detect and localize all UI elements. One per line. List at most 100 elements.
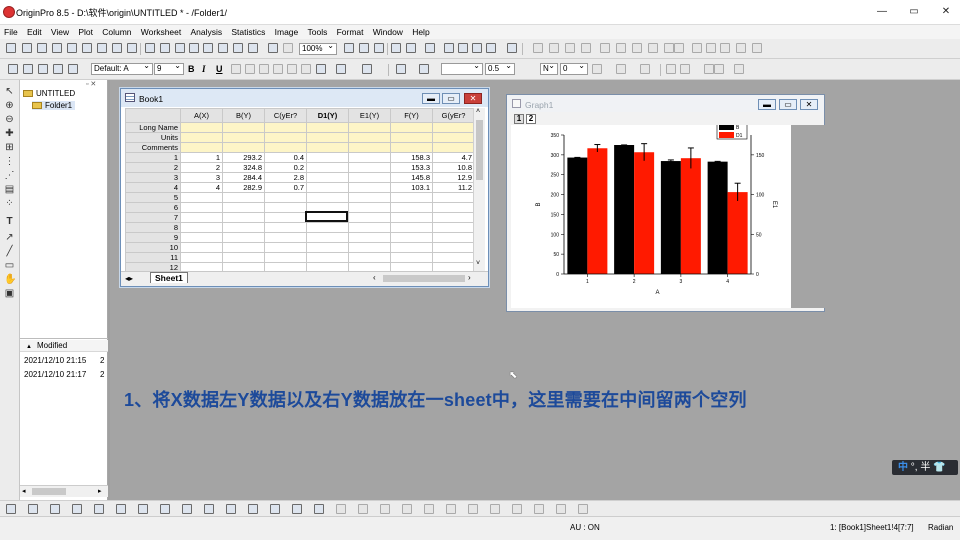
scatter-plot-icon[interactable] xyxy=(28,504,38,514)
decrease-font-icon[interactable] xyxy=(301,64,311,74)
table-cell[interactable]: 10.8 xyxy=(432,162,475,173)
table-cell[interactable] xyxy=(348,232,391,243)
table-cell[interactable] xyxy=(264,232,307,243)
menu-image[interactable]: Image xyxy=(271,25,302,37)
format-options-icon[interactable] xyxy=(68,64,78,74)
align-right-icon[interactable] xyxy=(616,43,626,53)
explorer-row[interactable]: 2021/12/10 21:17 2 xyxy=(24,370,104,379)
menu-tools[interactable]: Tools xyxy=(303,25,330,37)
new-excel-icon[interactable] xyxy=(37,43,47,53)
new-notes-icon[interactable] xyxy=(112,43,122,53)
table-cell[interactable] xyxy=(222,252,265,263)
align-layers-icon[interactable] xyxy=(556,504,566,514)
table-cell[interactable] xyxy=(222,192,265,203)
explorer-hscrollbar[interactable]: ◂ ▸ xyxy=(20,485,108,497)
column-header-g[interactable]: G(yEr? xyxy=(432,108,475,123)
book1-maximize-button[interactable]: ▭ xyxy=(442,93,460,104)
table-cell[interactable] xyxy=(348,202,391,213)
table-cell[interactable] xyxy=(390,252,433,263)
sheet1-tab[interactable]: Sheet1 xyxy=(150,272,188,283)
table-cell[interactable] xyxy=(432,242,475,253)
statistics-plot-icon[interactable] xyxy=(336,504,346,514)
symbol-size-select[interactable]: 0 xyxy=(560,63,588,75)
greek-icon[interactable] xyxy=(273,64,283,74)
region-tool-icon[interactable]: ▣ xyxy=(4,288,15,299)
menu-statistics[interactable]: Statistics xyxy=(227,25,268,37)
recalculate-icon[interactable] xyxy=(268,43,278,53)
menu-worksheet[interactable]: Worksheet xyxy=(137,25,184,37)
row-number[interactable]: 4 xyxy=(125,182,181,193)
import-wizard-icon[interactable] xyxy=(248,43,258,53)
book1-titlebar[interactable]: Book1 ▬ ▭ ✕ xyxy=(121,89,488,107)
table-cell[interactable] xyxy=(306,192,349,203)
table-cell[interactable]: 4.7 xyxy=(432,152,475,163)
underline-button[interactable]: U xyxy=(216,64,223,74)
code-builder-icon[interactable] xyxy=(391,43,401,53)
modified-column-header[interactable]: ▲ Modified xyxy=(20,340,108,352)
multi-panel-icon[interactable] xyxy=(292,504,302,514)
row-number[interactable]: 2 xyxy=(125,162,181,173)
save-project-icon[interactable] xyxy=(175,43,185,53)
table-cell[interactable] xyxy=(306,182,349,193)
scroll-up-icon[interactable]: ˄ xyxy=(476,108,480,115)
table-cell[interactable] xyxy=(432,232,475,243)
layer-manager-icon[interactable] xyxy=(534,504,544,514)
maximize-button[interactable]: ▭ xyxy=(904,6,924,18)
scroll-left-icon[interactable]: ◂ xyxy=(22,487,26,495)
table-cell[interactable] xyxy=(180,192,223,203)
scroll-right-icon[interactable]: ▸ xyxy=(98,487,102,495)
table-cell[interactable]: 2 xyxy=(180,162,223,173)
scroll-down-icon[interactable]: ˅ xyxy=(476,260,480,267)
table-cell[interactable] xyxy=(180,242,223,253)
menu-view[interactable]: View xyxy=(47,25,72,37)
hscroll-left-icon[interactable]: ‹ xyxy=(373,273,376,282)
ime-indicator[interactable]: 中 °, 半 👕 xyxy=(892,460,958,475)
swap-layers-icon[interactable] xyxy=(468,504,478,514)
table-cell[interactable] xyxy=(348,152,391,163)
row-number[interactable]: 3 xyxy=(125,172,181,183)
stack-plot-icon[interactable] xyxy=(138,504,148,514)
row-label-units[interactable]: Units xyxy=(125,132,181,143)
table-cell[interactable] xyxy=(432,252,475,263)
open-icon[interactable] xyxy=(145,43,155,53)
table-cell[interactable]: 0.4 xyxy=(264,152,307,163)
box-plot-icon[interactable] xyxy=(160,504,170,514)
graph1-minimize-button[interactable]: ▬ xyxy=(758,99,776,110)
recalculate-manual-icon[interactable] xyxy=(283,43,293,53)
zoom-plot-icon[interactable] xyxy=(358,504,368,514)
row-number[interactable]: 1 xyxy=(125,152,181,163)
graph1-window[interactable]: Graph1 ▬ ▭ ✕ 1 2 0 50 100 150 200 250 300 350 0 5… xyxy=(506,94,825,312)
corner-cell[interactable] xyxy=(125,108,181,123)
front-icon[interactable] xyxy=(581,43,591,53)
table-cell[interactable] xyxy=(432,212,475,223)
table-cell[interactable] xyxy=(390,232,433,243)
add-new-columns-icon[interactable] xyxy=(507,43,517,53)
table-cell[interactable] xyxy=(222,242,265,253)
move-left-icon[interactable] xyxy=(666,64,676,74)
table-cell[interactable]: 1 xyxy=(180,152,223,163)
table-cell[interactable] xyxy=(306,222,349,233)
table-cell[interactable]: 158.3 xyxy=(390,152,433,163)
increase-font-icon[interactable] xyxy=(287,64,297,74)
format-painter-icon[interactable] xyxy=(23,64,33,74)
column-header-d1[interactable]: D1(Y) xyxy=(306,108,349,123)
import-icon[interactable] xyxy=(233,43,243,53)
text-tool-icon[interactable]: T xyxy=(4,216,15,227)
table-cell[interactable] xyxy=(180,212,223,223)
row-label-comments[interactable]: Comments xyxy=(125,142,181,153)
row-number[interactable]: 9 xyxy=(125,232,181,243)
menu-analysis[interactable]: Analysis xyxy=(186,25,225,37)
column-header-e1[interactable]: E1(Y) xyxy=(348,108,391,123)
italic-button[interactable]: I xyxy=(202,64,206,74)
align-left-icon[interactable] xyxy=(600,43,610,53)
scroll-thumb[interactable] xyxy=(32,488,66,495)
command-window-icon[interactable] xyxy=(444,43,454,53)
arrow-tool-icon[interactable]: ↗ xyxy=(4,232,15,243)
row-number[interactable]: 7 xyxy=(125,212,181,223)
draw-data-icon[interactable]: ⋰ xyxy=(4,170,15,181)
lock-icon[interactable] xyxy=(752,43,762,53)
book1-close-button[interactable]: ✕ xyxy=(464,93,482,104)
explorer-row[interactable]: 2021/12/10 21:15 2 xyxy=(24,356,104,365)
table-cell[interactable]: 103.1 xyxy=(390,182,433,193)
prev-sheet-icon[interactable]: ◂▸ xyxy=(125,274,133,283)
